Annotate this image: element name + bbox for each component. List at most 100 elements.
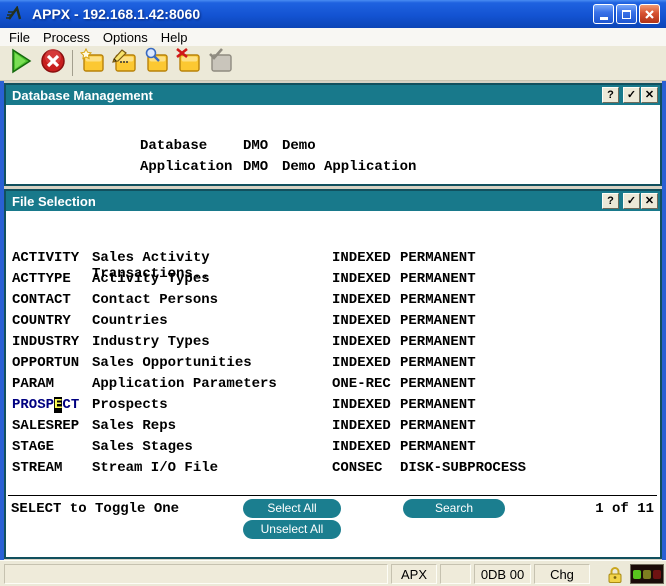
database-management-panel: Database Management ? ✓ ✕ Database DMO D… [4,83,662,186]
file-type: PERMANENT [400,376,476,397]
help-icon[interactable]: ? [602,87,619,103]
run-button[interactable] [5,48,37,78]
file-name: INDUSTRY [12,334,92,355]
file-row[interactable]: OPPORTUNSales OpportunitiesINDEXEDPERMAN… [12,355,658,376]
file-type: PERMANENT [400,439,476,460]
field-code: DMO [243,138,282,159]
delete-record-button[interactable] [172,48,204,78]
select-all-button[interactable]: Select All [243,499,341,518]
menu-help[interactable]: Help [161,30,188,45]
file-description: Contact Persons [92,292,332,313]
file-organization: INDEXED [332,292,400,313]
file-type: PERMANENT [400,313,476,334]
unselect-all-button[interactable]: Unselect All [243,520,341,539]
file-row[interactable]: SALESREPSales RepsINDEXEDPERMANENT [12,418,658,439]
file-row[interactable]: STAGESales StagesINDEXEDPERMANENT [12,439,658,460]
maximize-button[interactable] [616,4,637,24]
menu-file[interactable]: File [9,30,30,45]
file-row[interactable]: COUNTRYCountriesINDEXEDPERMANENT [12,313,658,334]
footer-separator [8,495,657,496]
selection-hint: SELECT to Toggle One [11,501,179,517]
status-segment-message [4,564,388,584]
ok-icon[interactable]: ✓ [623,193,640,209]
field-label: Database [140,138,243,159]
cancel-button[interactable] [37,48,69,78]
menu-options[interactable]: Options [103,30,148,45]
file-name: ACTIVITY [12,250,92,271]
delete-record-icon [174,47,202,80]
led-green-icon [633,570,641,579]
file-description: Application Parameters [92,376,332,397]
window-title: APPX - 192.168.1.42:8060 [32,6,593,22]
file-row[interactable]: INDUSTRYIndustry TypesINDEXEDPERMANENT [12,334,658,355]
database-row: Database DMO Demo [140,138,660,159]
inquire-record-button[interactable] [140,48,172,78]
application-row: Application DMO Demo Application [140,159,660,180]
file-description: Sales Activity Transactions.. [92,250,332,271]
search-button[interactable]: Search [403,499,505,518]
file-type: PERMANENT [400,271,476,292]
toolbar [0,46,666,81]
field-value: Demo [282,138,316,159]
file-description: Activity Types [92,271,332,292]
close-button[interactable] [639,4,660,24]
file-row[interactable]: ACTTYPEActivity TypesINDEXEDPERMANENT [12,271,658,292]
file-description: Sales Stages [92,439,332,460]
file-row[interactable]: CONTACTContact PersonsINDEXEDPERMANENT [12,292,658,313]
window-controls [593,4,660,24]
file-type: PERMANENT [400,250,476,271]
help-icon[interactable]: ? [602,193,619,209]
new-record-button[interactable] [76,48,108,78]
minimize-button[interactable] [593,4,614,24]
status-segment-apx: APX [391,564,437,584]
file-name: CONTACT [12,292,92,313]
file-organization: ONE-REC [332,376,400,397]
appx-logo-icon [6,6,28,22]
file-organization: INDEXED [332,313,400,334]
file-type: PERMANENT [400,397,476,418]
text-cursor: E [54,397,62,413]
panel-title: File Selection [12,194,602,209]
field-code: DMO [243,159,282,180]
new-record-icon [78,47,106,80]
file-row[interactable]: ACTIVITYSales Activity Transactions..IND… [12,250,658,271]
cancel-x-icon[interactable]: ✕ [641,193,658,209]
led-red-icon [653,570,661,579]
file-name: STREAM [12,460,92,481]
file-selection-titlebar: File Selection ? ✓ ✕ [6,191,660,211]
file-selection-panel: File Selection ? ✓ ✕ ACTIVITYSales Activ… [4,189,662,559]
field-value: Demo Application [282,159,416,180]
cancel-icon [40,48,66,79]
file-organization: INDEXED [332,355,400,376]
edit-record-button[interactable] [108,48,140,78]
file-list: ACTIVITYSales Activity Transactions..IND… [12,250,658,481]
menu-process[interactable]: Process [43,30,90,45]
file-type: DISK-SUBPROCESS [400,460,526,481]
commit-record-icon [206,47,234,80]
file-name: COUNTRY [12,313,92,334]
client-area: Database Management ? ✓ ✕ Database DMO D… [0,81,666,560]
ok-icon[interactable]: ✓ [623,87,640,103]
file-organization: INDEXED [332,439,400,460]
file-type: PERMANENT [400,418,476,439]
file-name: PARAM [12,376,92,397]
file-row[interactable]: STREAMStream I/O FileCONSECDISK-SUBPROCE… [12,460,658,481]
record-position: 1 of 11 [595,501,654,517]
file-row[interactable]: PARAMApplication ParametersONE-RECPERMAN… [12,376,658,397]
edit-record-icon [110,47,138,80]
field-label: Application [140,159,243,180]
commit-record-button-disabled [204,48,236,78]
file-organization: CONSEC [332,460,400,481]
file-name: STAGE [12,439,92,460]
status-segment-chg: Chg [534,564,590,584]
panel-title: Database Management [12,88,602,103]
file-description: Industry Types [92,334,332,355]
file-organization: INDEXED [332,334,400,355]
file-organization: INDEXED [332,397,400,418]
file-row[interactable]: PROSPECTProspectsINDEXEDPERMANENT [12,397,658,418]
window-titlebar: APPX - 192.168.1.42:8060 [0,0,666,28]
file-description: Countries [92,313,332,334]
file-type: PERMANENT [400,334,476,355]
cancel-x-icon[interactable]: ✕ [641,87,658,103]
file-selection-content: ACTIVITYSales Activity Transactions..IND… [6,211,660,557]
